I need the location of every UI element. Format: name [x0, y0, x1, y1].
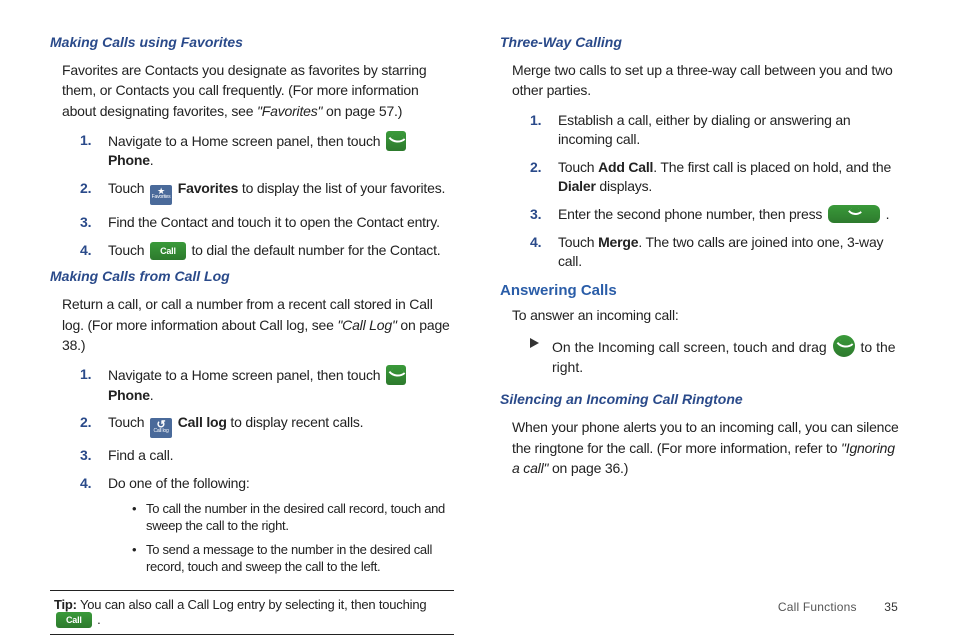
- merge-label: Merge: [598, 234, 638, 250]
- ref-favorites: "Favorites": [257, 103, 322, 119]
- left-column: Making Calls using Favorites Favorites a…: [50, 30, 454, 635]
- text: .: [150, 387, 154, 403]
- phone-icon: [386, 365, 406, 385]
- tip-text: You can also call a Call Log entry by se…: [77, 597, 427, 612]
- step-2: 2.Touch Add Call. The first call is plac…: [530, 158, 904, 197]
- step-3: 3.Find a call.: [80, 446, 454, 466]
- text: Touch: [108, 180, 148, 196]
- dialer-label: Dialer: [558, 178, 596, 194]
- calllog-icon: Call log: [150, 418, 172, 438]
- phone-label: Phone: [108, 152, 150, 168]
- text: Do one of the following:: [108, 475, 250, 491]
- text: On the Incoming call screen, touch and d…: [552, 339, 831, 355]
- step-3: 3.Enter the second phone number, then pr…: [530, 205, 904, 225]
- step-4: 4.Do one of the following: To call the n…: [80, 474, 454, 576]
- threeway-intro: Merge two calls to set up a three-way ca…: [512, 60, 904, 101]
- text: Touch: [108, 414, 148, 430]
- text: Find the Contact and touch it to open th…: [108, 214, 440, 230]
- sub-2: To send a message to the number in the d…: [132, 541, 454, 576]
- text: Navigate to a Home screen panel, then to…: [108, 133, 384, 149]
- heading-making-calls-favorites: Making Calls using Favorites: [50, 34, 454, 50]
- ref-calllog: "Call Log": [337, 317, 396, 333]
- favorites-icon: Favorites: [150, 185, 172, 205]
- heading-silencing: Silencing an Incoming Call Ringtone: [500, 391, 904, 407]
- tip-label: Tip:: [54, 597, 77, 612]
- sub-1: To call the number in the desired call r…: [132, 500, 454, 535]
- silence-text: When your phone alerts you to an incomin…: [512, 417, 904, 478]
- text: .: [882, 206, 889, 222]
- text: Touch: [558, 234, 598, 250]
- text: on page 36.): [548, 460, 628, 476]
- text: to display recent calls.: [227, 414, 364, 430]
- heading-three-way: Three-Way Calling: [500, 34, 904, 50]
- heading-making-calls-log: Making Calls from Call Log: [50, 268, 454, 284]
- call-wide-button-icon: [828, 205, 880, 223]
- favorites-label: Favorites: [178, 180, 238, 196]
- section-name: Call Functions: [778, 600, 857, 614]
- phone-label: Phone: [108, 387, 150, 403]
- sub-options: To call the number in the desired call r…: [132, 500, 454, 576]
- step-2: 2.Touch Call log Call log to display rec…: [80, 413, 454, 438]
- threeway-steps: 1.Establish a call, either by dialing or…: [530, 111, 904, 272]
- text: . The first call is placed on hold, and …: [653, 159, 891, 175]
- call-button-icon: Call: [56, 612, 92, 628]
- addcall-label: Add Call: [598, 159, 653, 175]
- page-number: 35: [884, 600, 898, 614]
- right-column: Three-Way Calling Merge two calls to set…: [500, 30, 904, 635]
- step-1: 1.Navigate to a Home screen panel, then …: [80, 131, 454, 171]
- text: Touch: [558, 159, 598, 175]
- text: displays.: [596, 178, 652, 194]
- phone-round-icon: [833, 335, 855, 357]
- tip-box: Tip: You can also call a Call Log entry …: [50, 590, 454, 635]
- text: Find a call.: [108, 447, 173, 463]
- step-2: 2.Touch Favorites Favorites to display t…: [80, 179, 454, 205]
- calllog-steps: 1.Navigate to a Home screen panel, then …: [80, 365, 454, 576]
- favorites-intro: Favorites are Contacts you designate as …: [62, 60, 454, 121]
- answer-intro: To answer an incoming call:: [512, 305, 904, 325]
- text: on page 57.): [322, 103, 402, 119]
- step-4: 4.Touch Call to dial the default number …: [80, 241, 454, 261]
- text: .: [150, 152, 154, 168]
- text: to display the list of your favorites.: [238, 180, 445, 196]
- text: Enter the second phone number, then pres…: [558, 206, 826, 222]
- step-1: 1.Navigate to a Home screen panel, then …: [80, 365, 454, 405]
- heading-answering: Answering Calls: [500, 282, 904, 299]
- phone-icon: [386, 131, 406, 151]
- favorites-steps: 1.Navigate to a Home screen panel, then …: [80, 131, 454, 260]
- call-button-icon: Call: [150, 242, 186, 261]
- answer-step: On the Incoming call screen, touch and d…: [530, 335, 904, 377]
- text: .: [94, 612, 101, 627]
- page-footer: Call Functions 35: [778, 600, 898, 614]
- text: Touch: [108, 242, 148, 258]
- text: to dial the default number for the Conta…: [188, 242, 441, 258]
- text: Establish a call, either by dialing or a…: [558, 112, 851, 148]
- calllog-intro: Return a call, or call a number from a r…: [62, 294, 454, 355]
- step-3: 3.Find the Contact and touch it to open …: [80, 213, 454, 233]
- text: Navigate to a Home screen panel, then to…: [108, 367, 384, 383]
- step-4: 4.Touch Merge. The two calls are joined …: [530, 233, 904, 272]
- calllog-label: Call log: [178, 414, 227, 430]
- step-1: 1.Establish a call, either by dialing or…: [530, 111, 904, 150]
